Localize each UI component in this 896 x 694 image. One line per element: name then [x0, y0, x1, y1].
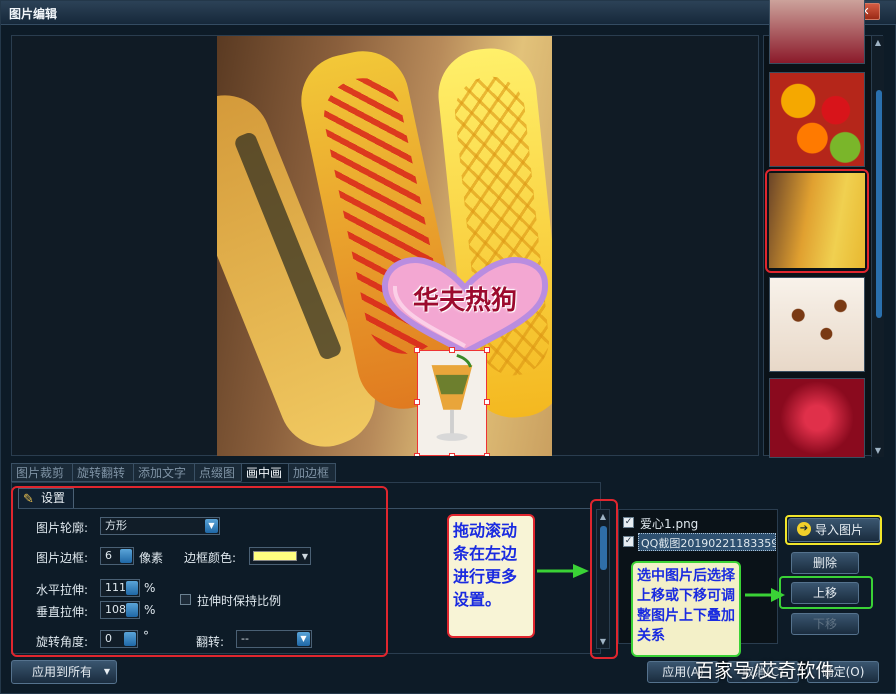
window-title: 图片编辑 — [9, 7, 58, 21]
tab-add-border[interactable]: 加边框 — [288, 463, 336, 482]
chevron-down-icon: ▼ — [103, 667, 110, 676]
layer-item-selected[interactable]: ✓ QQ截图20190221183359.p — [623, 533, 776, 551]
apply-to-all-button[interactable]: 应用到所有 ▼ — [11, 660, 117, 684]
thumbnail-pomegranate[interactable] — [769, 378, 865, 458]
drink-glass-image — [431, 354, 473, 441]
tab-crop[interactable]: 图片裁剪 — [11, 463, 73, 482]
thumbnail-fruits[interactable] — [769, 72, 865, 167]
selected-overlay-image[interactable] — [414, 347, 490, 456]
image-edit-window: 图片编辑 ▁ □ ✕ 华夫热狗 — [0, 0, 896, 694]
layer-item[interactable]: ✓ 爱心1.png — [623, 515, 775, 531]
layer-tip-callout: 选中图片后选择上移或下移可调整图片上下叠加关系 — [631, 561, 741, 657]
thumbnail-1[interactable] — [769, 0, 865, 64]
tab-rotate-flip[interactable]: 旋转翻转 — [72, 463, 134, 482]
scrollbar-highlight-frame — [590, 499, 618, 659]
import-highlight-frame — [785, 515, 882, 545]
move-up-highlight-frame — [779, 576, 873, 609]
thumbnail-dessert[interactable] — [769, 277, 865, 372]
scroll-down-icon[interactable]: ▼ — [872, 446, 884, 455]
layer-checkbox[interactable]: ✓ — [623, 517, 634, 528]
heart-text: 华夫热狗 — [412, 286, 517, 316]
scroll-up-icon[interactable]: ▲ — [872, 38, 884, 47]
move-down-button[interactable]: 下移 — [791, 613, 859, 635]
tab-decoration[interactable]: 点缀图 — [194, 463, 242, 482]
selected-thumbnail-highlight — [765, 169, 869, 273]
thumbnail-scroll-knob[interactable] — [876, 90, 882, 318]
scroll-tip-callout: 拖动滚动条在左边进行更多设置。 — [447, 514, 535, 638]
layer-name: 爱心1.png — [640, 517, 699, 531]
settings-highlight-frame — [11, 486, 388, 657]
title-bar[interactable]: 图片编辑 ▁ □ ✕ — [1, 1, 896, 25]
waffle-hotdog-photo: 华夫热狗 — [217, 36, 552, 456]
watermark: 百家号/艾奇软件 — [695, 660, 835, 682]
thumbnail-scrollbar[interactable]: ▲ ▼ — [871, 36, 884, 457]
delete-button[interactable]: 删除 — [791, 552, 859, 574]
apply-to-all-label: 应用到所有 — [32, 665, 93, 679]
arrow-right-icon — [537, 564, 589, 578]
layer-checkbox[interactable]: ✓ — [623, 536, 634, 547]
preview-canvas[interactable]: 华夫热狗 — [11, 35, 759, 456]
tab-picture-in-picture[interactable]: 画中画 — [241, 463, 289, 482]
layer-name: QQ截图20190221183359.p — [638, 533, 776, 551]
tab-add-text[interactable]: 添加文字 — [133, 463, 195, 482]
